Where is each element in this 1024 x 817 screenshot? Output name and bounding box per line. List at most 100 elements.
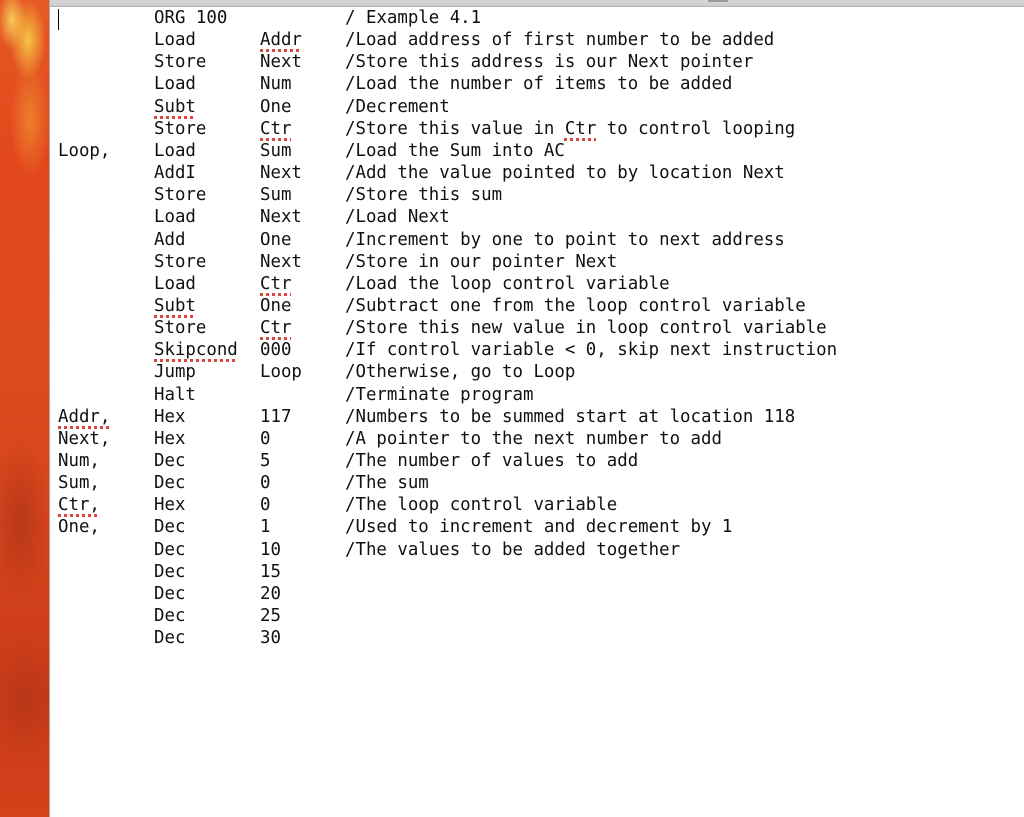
spellcheck-underline[interactable]: Ctr (565, 119, 596, 139)
line-operand: 1 (260, 517, 271, 538)
line-opcode: Load (154, 74, 196, 95)
line-label: Next, (58, 428, 111, 449)
line-opcode: Halt (154, 384, 196, 405)
spellcheck-underline[interactable]: Addr (260, 30, 302, 50)
line-operand: Next (260, 251, 302, 272)
line-comment: /Terminate program (345, 384, 534, 405)
line-comment: /Numbers to be summed start at location … (345, 406, 796, 427)
line-opcode: Load (154, 140, 196, 161)
spellcheck-underline[interactable]: Ctr (260, 318, 291, 338)
line-operand: One (260, 96, 292, 117)
line-comment: /The loop control variable (345, 495, 618, 516)
line-comment: /Load the loop control variable (345, 273, 670, 294)
line-label: One, (58, 517, 100, 538)
line-comment: /Decrement (345, 96, 450, 117)
line-comment: / Example 4.1 (345, 8, 482, 28)
text-caret (58, 9, 59, 30)
line-operand: One (260, 229, 292, 250)
code-editor[interactable]: ORG 100 / Example 4.1 Load Addr/Load addres… (50, 7, 1024, 817)
line-operand: Num (260, 74, 292, 95)
line-opcode: Dec (154, 583, 186, 604)
spellcheck-underline[interactable]: Subt (154, 296, 196, 316)
line-comment: /Load the Sum into AC (345, 140, 565, 161)
line-comment: /Load the number of items to be added (345, 74, 733, 95)
line-label: Ctr, (58, 494, 100, 516)
line-comment: /Store this value in Ctr to control loop… (345, 118, 795, 140)
line-operand: Next (260, 52, 302, 73)
comment-text: to control looping (596, 118, 796, 139)
line-opcode: Add (154, 229, 186, 250)
spellcheck-underline[interactable]: Ctr, (58, 495, 100, 515)
line-comment: /Store this new value in loop control va… (345, 318, 827, 339)
line-opcode: Hex (154, 495, 186, 516)
desktop-background (0, 0, 50, 817)
line-opcode: AddI (154, 163, 196, 184)
line-comment: /Store this sum (345, 185, 503, 206)
line-comment: /Subtract one from the loop control vari… (345, 295, 806, 316)
line-operand: 0 (260, 473, 271, 494)
spellcheck-underline[interactable]: Addr, (58, 407, 110, 427)
line-label: Num, (58, 451, 100, 471)
line-operand: One (260, 295, 292, 316)
line-comment: /Load address of first number to be adde… (345, 30, 775, 51)
line-opcode: Subt (154, 96, 196, 118)
line-opcode: Store (154, 118, 207, 139)
line-comment: /If control variable < 0, skip next inst… (345, 340, 838, 361)
line-operand: 30 (260, 628, 281, 649)
line-opcode: ORG 100 (154, 8, 228, 28)
line-opcode: Subt (154, 295, 196, 317)
line-opcode: Store (154, 185, 207, 206)
line-label: Sum, (58, 473, 100, 494)
window-toolbar (50, 0, 1024, 7)
line-opcode: Dec (154, 451, 186, 471)
spellcheck-underline[interactable]: Subt (154, 97, 196, 117)
line-opcode: Dec (154, 606, 186, 627)
line-comment: /The sum (345, 473, 429, 494)
line-opcode: Dec (154, 628, 186, 649)
line-operand: Ctr (260, 118, 291, 140)
line-opcode: Dec (154, 539, 186, 560)
line-comment: /Used to increment and decrement by 1 (345, 517, 733, 538)
line-opcode: Store (154, 52, 207, 73)
line-opcode: Jump (154, 362, 196, 383)
line-comment: /Increment by one to point to next addre… (345, 229, 785, 250)
line-operand: 000 (260, 340, 292, 361)
spellcheck-underline[interactable]: Skipcond (154, 340, 238, 360)
line-opcode: Store (154, 251, 207, 272)
comment-text: /Store this value in (345, 118, 565, 139)
line-comment: /Load Next (345, 207, 450, 228)
line-comment: /Otherwise, go to Loop (345, 362, 576, 383)
line-comment: /The values to be added together (345, 539, 681, 560)
line-opcode: Store (154, 318, 207, 339)
line-comment: /The number of values to add (345, 451, 639, 471)
line-operand: 15 (260, 561, 281, 582)
line-comment: /Store in our pointer Next (345, 251, 618, 272)
line-operand: 0 (260, 428, 271, 449)
line-opcode: Dec (154, 473, 186, 494)
line-operand: Next (260, 163, 302, 184)
line-opcode: Skipcond (154, 339, 238, 361)
line-label: Loop, (58, 140, 111, 161)
line-operand: Next (260, 207, 302, 228)
line-comment: /A pointer to the next number to add (345, 428, 722, 449)
line-operand: Ctr (260, 317, 291, 339)
line-operand: Ctr (260, 273, 291, 295)
line-opcode: Hex (154, 406, 186, 427)
spellcheck-underline[interactable]: Ctr (260, 119, 291, 139)
line-operand: 117 (260, 406, 292, 427)
line-opcode: Dec (154, 517, 186, 538)
line-opcode: Hex (154, 428, 186, 449)
line-comment: /Add the value pointed to by location Ne… (345, 163, 785, 184)
line-operand: Loop (260, 362, 302, 383)
line-operand: Sum (260, 140, 292, 161)
spellcheck-underline[interactable]: Ctr (260, 274, 291, 294)
line-operand: 25 (260, 606, 281, 627)
toolbar-handle[interactable] (708, 0, 728, 2)
line-operand: 20 (260, 583, 281, 604)
line-operand: 0 (260, 495, 271, 516)
line-opcode: Load (154, 207, 196, 228)
line-opcode: Load (154, 30, 196, 51)
line-opcode: Load (154, 273, 196, 294)
line-operand: 5 (260, 451, 271, 471)
line-opcode: Dec (154, 561, 186, 582)
